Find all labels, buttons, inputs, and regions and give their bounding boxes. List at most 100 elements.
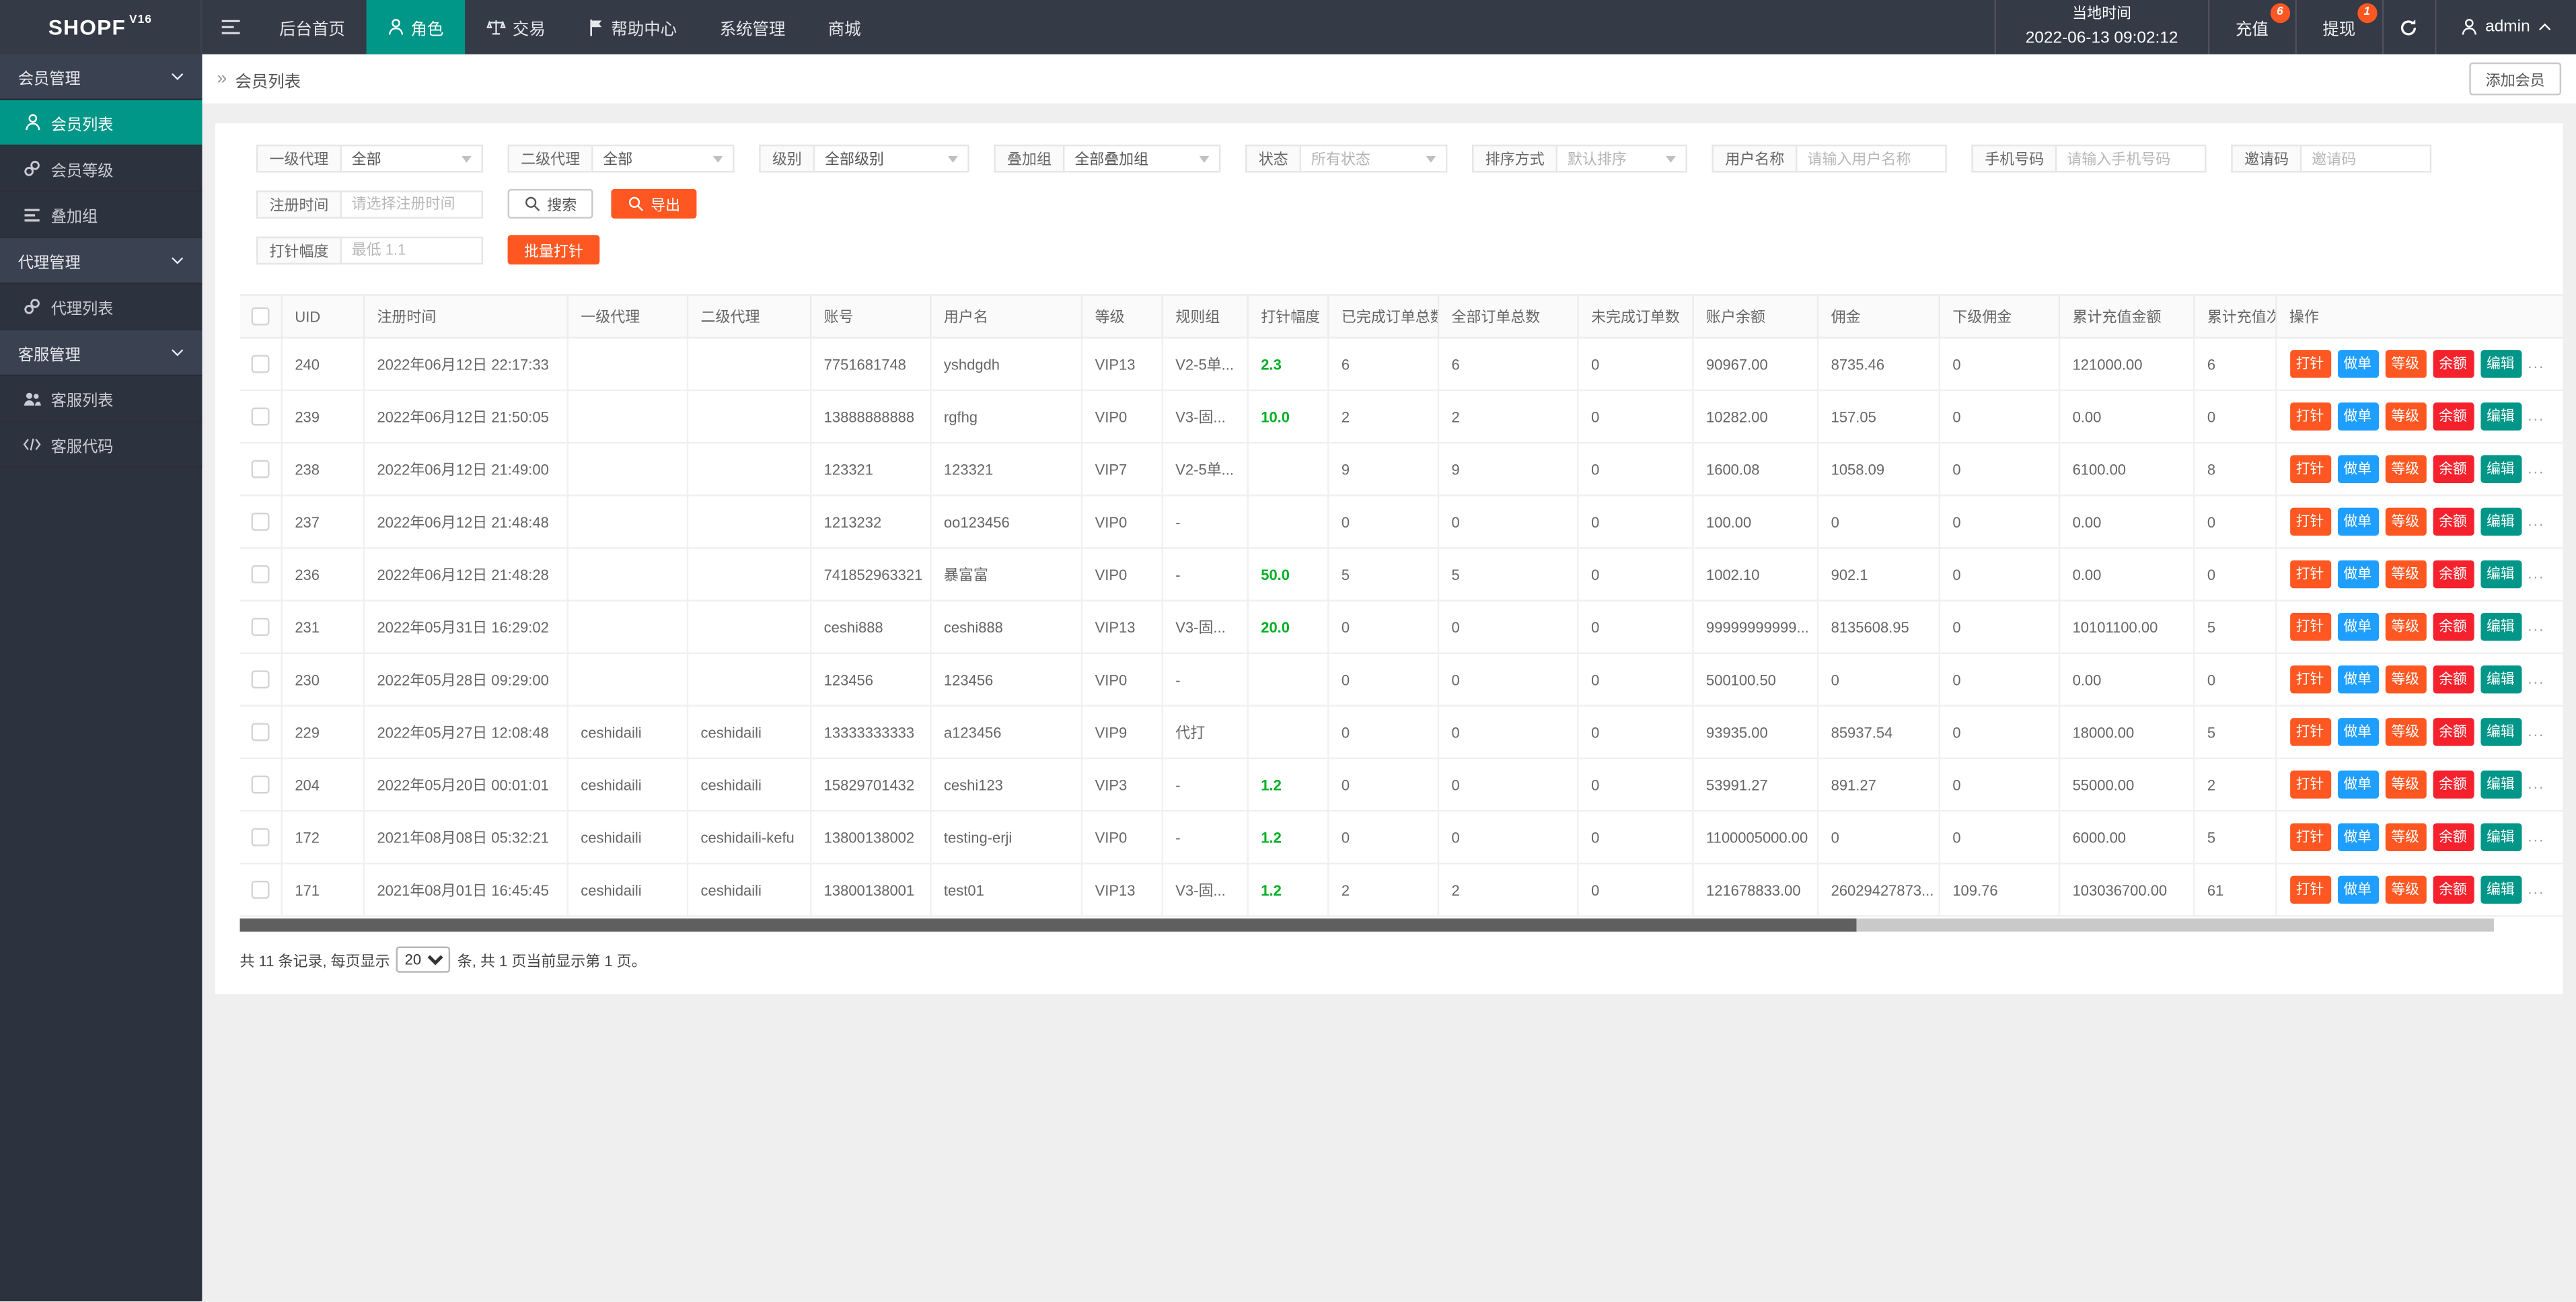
action-inject-button[interactable]: 打针 bbox=[2289, 402, 2330, 431]
select-all-checkbox[interactable] bbox=[251, 308, 269, 326]
nav-tab-mall[interactable]: 商城 bbox=[807, 0, 882, 55]
scrollbar-thumb[interactable] bbox=[240, 918, 1857, 932]
action-edit-button[interactable]: 编辑 bbox=[2480, 876, 2521, 904]
more-actions-button[interactable]: ... bbox=[2528, 670, 2545, 686]
action-inject-button[interactable]: 打针 bbox=[2289, 718, 2330, 746]
more-actions-button[interactable]: ... bbox=[2528, 408, 2545, 424]
agent1-select[interactable]: 全部 bbox=[340, 145, 483, 173]
more-actions-button[interactable]: ... bbox=[2528, 355, 2545, 371]
action-order-button[interactable]: 做单 bbox=[2337, 876, 2378, 904]
row-checkbox[interactable] bbox=[251, 460, 269, 478]
action-edit-button[interactable]: 编辑 bbox=[2480, 455, 2521, 483]
more-actions-button[interactable]: ... bbox=[2528, 776, 2545, 792]
row-checkbox[interactable] bbox=[251, 355, 269, 373]
action-edit-button[interactable]: 编辑 bbox=[2480, 718, 2521, 746]
nav-tab-role[interactable]: 角色 bbox=[367, 0, 466, 55]
action-level-button[interactable]: 等级 bbox=[2385, 508, 2426, 536]
action-level-button[interactable]: 等级 bbox=[2385, 402, 2426, 431]
sidebar-toggle-button[interactable] bbox=[202, 0, 258, 55]
withdraw-nav-item[interactable]: 提现 1 bbox=[2295, 0, 2382, 55]
add-member-button[interactable]: 添加会员 bbox=[2469, 63, 2561, 96]
action-edit-button[interactable]: 编辑 bbox=[2480, 613, 2521, 641]
refresh-button[interactable] bbox=[2382, 0, 2434, 55]
user-menu[interactable]: admin bbox=[2434, 0, 2576, 55]
action-order-button[interactable]: 做单 bbox=[2337, 823, 2378, 851]
action-order-button[interactable]: 做单 bbox=[2337, 560, 2378, 589]
row-checkbox[interactable] bbox=[251, 565, 269, 583]
more-actions-button[interactable]: ... bbox=[2528, 618, 2545, 634]
action-order-button[interactable]: 做单 bbox=[2337, 508, 2378, 536]
action-inject-button[interactable]: 打针 bbox=[2289, 876, 2330, 904]
action-level-button[interactable]: 等级 bbox=[2385, 455, 2426, 483]
username-input[interactable] bbox=[1796, 145, 1947, 173]
sidebar-group-member-management[interactable]: 会员管理 bbox=[0, 55, 202, 100]
nav-tab-trade[interactable]: 交易 bbox=[465, 0, 566, 55]
batch-inject-button[interactable]: 批量打针 bbox=[508, 235, 600, 264]
sidebar-group-service-management[interactable]: 客服管理 bbox=[0, 330, 202, 376]
action-balance-button[interactable]: 余额 bbox=[2432, 402, 2473, 431]
action-inject-button[interactable]: 打针 bbox=[2289, 770, 2330, 799]
action-balance-button[interactable]: 余额 bbox=[2432, 665, 2473, 694]
register-time-input[interactable] bbox=[340, 190, 483, 218]
action-order-button[interactable]: 做单 bbox=[2337, 402, 2378, 431]
action-balance-button[interactable]: 余额 bbox=[2432, 718, 2473, 746]
invite-code-input[interactable] bbox=[2300, 145, 2431, 173]
action-order-button[interactable]: 做单 bbox=[2337, 718, 2378, 746]
nav-tab-system[interactable]: 系统管理 bbox=[698, 0, 807, 55]
action-level-button[interactable]: 等级 bbox=[2385, 770, 2426, 799]
row-checkbox[interactable] bbox=[251, 670, 269, 688]
action-balance-button[interactable]: 余额 bbox=[2432, 876, 2473, 904]
horizontal-scrollbar[interactable] bbox=[240, 918, 2494, 932]
nav-tab-dashboard[interactable]: 后台首页 bbox=[258, 0, 366, 55]
row-checkbox[interactable] bbox=[251, 776, 269, 794]
sidebar-item-member-level[interactable]: 会员等级 bbox=[0, 146, 202, 192]
sort-select[interactable]: 默认排序 bbox=[1556, 145, 1687, 173]
action-inject-button[interactable]: 打针 bbox=[2289, 823, 2330, 851]
action-balance-button[interactable]: 余额 bbox=[2432, 823, 2473, 851]
sidebar-item-service-list[interactable]: 客服列表 bbox=[0, 376, 202, 422]
sidebar-group-agent-management[interactable]: 代理管理 bbox=[0, 238, 202, 284]
row-checkbox[interactable] bbox=[251, 881, 269, 899]
row-checkbox[interactable] bbox=[251, 723, 269, 742]
action-inject-button[interactable]: 打针 bbox=[2289, 560, 2330, 589]
row-checkbox[interactable] bbox=[251, 828, 269, 846]
sidebar-item-member-list[interactable]: 会员列表 bbox=[0, 100, 202, 146]
action-inject-button[interactable]: 打针 bbox=[2289, 508, 2330, 536]
more-actions-button[interactable]: ... bbox=[2528, 881, 2545, 897]
action-inject-button[interactable]: 打针 bbox=[2289, 613, 2330, 641]
action-balance-button[interactable]: 余额 bbox=[2432, 613, 2473, 641]
action-balance-button[interactable]: 余额 bbox=[2432, 508, 2473, 536]
action-level-button[interactable]: 等级 bbox=[2385, 665, 2426, 694]
action-inject-button[interactable]: 打针 bbox=[2289, 455, 2330, 483]
search-button[interactable]: 搜索 bbox=[508, 189, 593, 219]
action-inject-button[interactable]: 打针 bbox=[2289, 350, 2330, 378]
action-edit-button[interactable]: 编辑 bbox=[2480, 665, 2521, 694]
action-inject-button[interactable]: 打针 bbox=[2289, 665, 2330, 694]
stack-group-select[interactable]: 全部叠加组 bbox=[1063, 145, 1220, 173]
action-level-button[interactable]: 等级 bbox=[2385, 350, 2426, 378]
action-order-button[interactable]: 做单 bbox=[2337, 350, 2378, 378]
action-edit-button[interactable]: 编辑 bbox=[2480, 560, 2521, 589]
row-checkbox[interactable] bbox=[251, 513, 269, 531]
action-edit-button[interactable]: 编辑 bbox=[2480, 770, 2521, 799]
action-balance-button[interactable]: 余额 bbox=[2432, 770, 2473, 799]
more-actions-button[interactable]: ... bbox=[2528, 513, 2545, 529]
more-actions-button[interactable]: ... bbox=[2528, 460, 2545, 476]
agent2-select[interactable]: 全部 bbox=[591, 145, 734, 173]
action-balance-button[interactable]: 余额 bbox=[2432, 350, 2473, 378]
action-level-button[interactable]: 等级 bbox=[2385, 876, 2426, 904]
sidebar-item-agent-list[interactable]: 代理列表 bbox=[0, 284, 202, 330]
action-edit-button[interactable]: 编辑 bbox=[2480, 823, 2521, 851]
action-level-button[interactable]: 等级 bbox=[2385, 718, 2426, 746]
action-level-button[interactable]: 等级 bbox=[2385, 823, 2426, 851]
sidebar-item-stack-group[interactable]: 叠加组 bbox=[0, 192, 202, 238]
action-order-button[interactable]: 做单 bbox=[2337, 665, 2378, 694]
action-edit-button[interactable]: 编辑 bbox=[2480, 402, 2521, 431]
more-actions-button[interactable]: ... bbox=[2528, 565, 2545, 581]
action-order-button[interactable]: 做单 bbox=[2337, 455, 2378, 483]
inject-range-input[interactable] bbox=[340, 236, 483, 264]
action-edit-button[interactable]: 编辑 bbox=[2480, 350, 2521, 378]
status-select[interactable]: 所有状态 bbox=[1300, 145, 1448, 173]
page-size-select[interactable]: 20 bbox=[396, 947, 451, 973]
phone-input[interactable] bbox=[2055, 145, 2207, 173]
